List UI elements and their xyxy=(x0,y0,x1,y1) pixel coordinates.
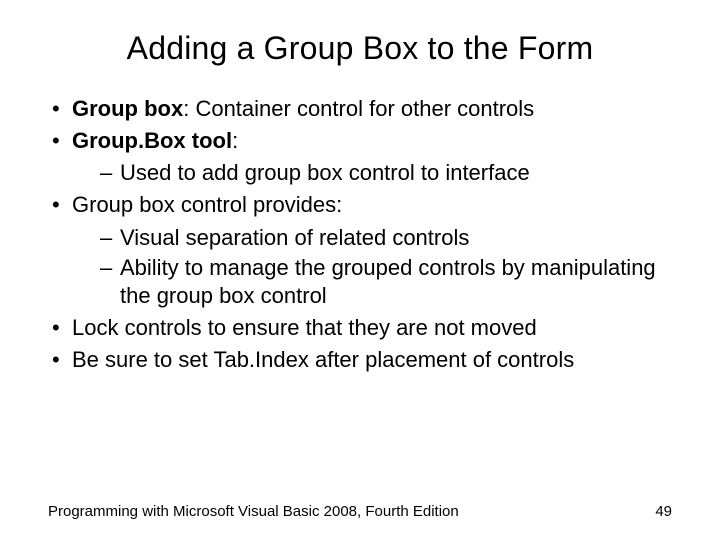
sub-bullet-item: Visual separation of related controls xyxy=(100,224,672,252)
bullet-text: : Container control for other controls xyxy=(183,96,534,121)
slide: Adding a Group Box to the Form Group box… xyxy=(0,0,720,540)
page-number: 49 xyxy=(655,503,672,520)
bullet-item: Be sure to set Tab.Index after placement… xyxy=(48,346,672,374)
slide-title: Adding a Group Box to the Form xyxy=(48,30,672,67)
footer-source: Programming with Microsoft Visual Basic … xyxy=(48,503,459,520)
slide-footer: Programming with Microsoft Visual Basic … xyxy=(48,503,672,520)
slide-body: Group box: Container control for other c… xyxy=(48,95,672,374)
sub-bullet-list: Used to add group box control to interfa… xyxy=(72,159,672,187)
sub-bullet-item: Used to add group box control to interfa… xyxy=(100,159,672,187)
sub-bullet-list: Visual separation of related controls Ab… xyxy=(72,224,672,310)
bullet-item: Group.Box tool: Used to add group box co… xyxy=(48,127,672,187)
sub-bullet-item: Ability to manage the grouped controls b… xyxy=(100,254,672,310)
bullet-item: Group box: Container control for other c… xyxy=(48,95,672,123)
bullet-list: Group box: Container control for other c… xyxy=(48,95,672,374)
bullet-text: Group box control provides: xyxy=(72,192,342,217)
bullet-bold-term: Group.Box tool xyxy=(72,128,232,153)
bullet-item: Group box control provides: Visual separ… xyxy=(48,191,672,310)
bullet-text: : xyxy=(232,128,238,153)
bullet-item: Lock controls to ensure that they are no… xyxy=(48,314,672,342)
bullet-bold-term: Group box xyxy=(72,96,183,121)
